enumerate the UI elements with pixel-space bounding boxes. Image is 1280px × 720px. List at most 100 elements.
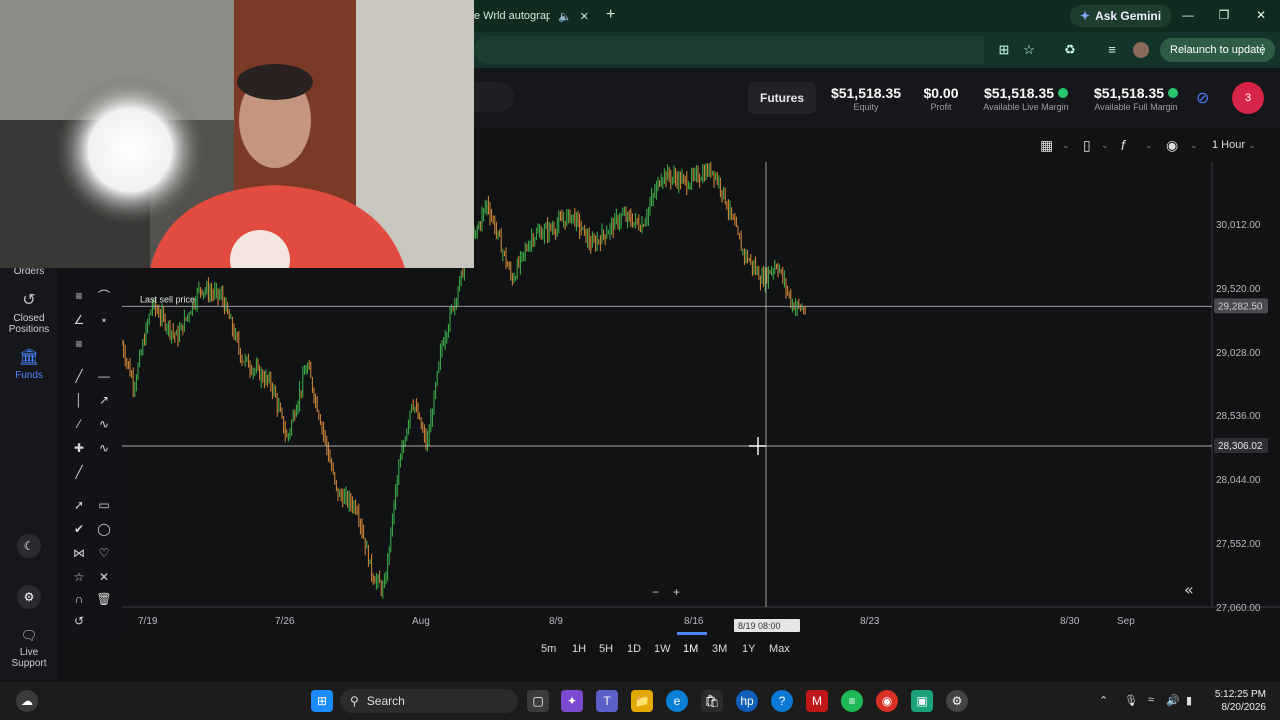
ray-tool-icon[interactable]: ↗ — [94, 391, 114, 409]
fib-retracement-tool-icon[interactable]: ≡ — [69, 335, 89, 353]
browser-tab[interactable]: e Wrld autograph 🔈 ✕ — [474, 4, 604, 28]
restore-icon[interactable]: ❐ — [1214, 8, 1234, 22]
chevron-down-icon[interactable]: ⌄ — [1062, 140, 1070, 151]
heart-tool-icon[interactable]: ♡ — [94, 544, 114, 562]
horizontal-line-tool-icon[interactable]: — — [94, 367, 114, 385]
live-margin-metric: $51,518.35 Available Live Margin — [976, 85, 1076, 112]
sidebar-item-label: Funds — [15, 370, 43, 381]
app-icon[interactable]: ▣ — [911, 690, 933, 712]
wifi-icon[interactable]: ≈ — [1148, 694, 1154, 706]
ellipse-tool-icon[interactable]: ◯ — [94, 520, 114, 538]
profile-avatar[interactable] — [1133, 42, 1149, 58]
vertical-line-tool-icon[interactable]: │ — [69, 391, 89, 409]
arrow-tool-icon[interactable]: ➚ — [69, 496, 89, 514]
settings-button[interactable]: ⚙ — [17, 585, 41, 609]
ask-gemini-button[interactable]: ✦ Ask Gemini — [1070, 5, 1172, 27]
check-tool-icon[interactable]: ✔ — [69, 520, 89, 538]
store-icon[interactable]: 🛍 — [701, 690, 723, 712]
edge-icon[interactable]: e — [666, 690, 688, 712]
period-button-3m[interactable]: 3M — [712, 643, 727, 655]
widgets-icon[interactable]: ☁ — [16, 690, 38, 712]
x-tick-label: 7/26 — [275, 616, 295, 627]
browser-menu-icon[interactable]: ⋮ — [1256, 42, 1269, 58]
live-support-button[interactable]: 🗨 Live Support — [0, 628, 58, 669]
trash-tool-icon[interactable]: 🗑 — [94, 590, 114, 608]
crosshair-tool-icon[interactable]: ✚ — [69, 439, 89, 457]
layout-grid-icon[interactable]: ▦ — [1040, 137, 1053, 154]
chevron-down-icon[interactable]: ⌄ — [1190, 140, 1198, 151]
url-field[interactable] — [474, 36, 984, 64]
task-view-icon[interactable]: ▢ — [527, 690, 549, 712]
brush-tool-icon[interactable]: ╱ — [69, 463, 89, 481]
magnet-tool-icon[interactable]: ∩ — [69, 590, 89, 608]
zoom-in-icon[interactable]: + — [673, 585, 680, 599]
chrome-icon[interactable]: ◉ — [876, 690, 898, 712]
sidebar-item-closed-positions[interactable]: ↺ Closed Positions — [0, 290, 58, 335]
notification-badge[interactable]: 3 — [1232, 82, 1264, 114]
freehand-tool-icon[interactable]: ∿ — [94, 439, 114, 457]
sidebar-item-funds[interactable]: 🏛 Funds — [0, 347, 58, 381]
microphone-icon[interactable]: 🎙 — [1124, 694, 1138, 707]
mcafee-icon[interactable]: M — [806, 690, 828, 712]
period-button-5h[interactable]: 5H — [599, 643, 613, 655]
search-pill[interactable] — [474, 82, 514, 112]
period-button-1m[interactable]: 1M — [683, 643, 698, 655]
crosshair-time-value: 8/19 08:00 — [738, 621, 781, 631]
help-icon[interactable]: ? — [771, 690, 793, 712]
period-button-1h[interactable]: 1H — [572, 643, 586, 655]
settings-app-icon[interactable]: ⚙ — [946, 690, 968, 712]
angle-tool-icon[interactable]: ∠ — [69, 311, 89, 329]
futures-button[interactable]: Futures — [748, 82, 816, 114]
spotify-icon[interactable]: ≡ — [841, 690, 863, 712]
bowtie-tool-icon[interactable]: ⋈ — [69, 544, 89, 562]
install-app-icon[interactable]: ⊞ — [995, 42, 1013, 58]
file-explorer-icon[interactable]: 📁 — [631, 690, 653, 712]
period-button-1d[interactable]: 1D — [627, 643, 641, 655]
interval-select[interactable]: 1 Hour ⌄ — [1212, 139, 1256, 151]
reading-list-icon[interactable]: ≡ — [1103, 42, 1121, 57]
chevron-down-icon[interactable]: ⌄ — [1101, 140, 1109, 151]
tray-overflow-icon[interactable]: ⌃ — [1099, 694, 1108, 707]
volume-icon[interactable]: 🔊 — [1166, 694, 1180, 707]
theme-toggle-button[interactable]: ☾ — [17, 534, 41, 558]
period-button-1y[interactable]: 1Y — [742, 643, 755, 655]
y-tick-label: 28,044.00 — [1216, 475, 1261, 486]
fib-arc-tool-icon[interactable]: ⌒ — [94, 287, 114, 305]
hp-icon[interactable]: hp — [736, 690, 758, 712]
period-button-max[interactable]: Max — [769, 643, 790, 655]
bookmark-star-icon[interactable]: ☆ — [1020, 42, 1038, 58]
close-window-icon[interactable]: ✕ — [1251, 8, 1271, 22]
undo-tool-icon[interactable]: ↺ — [69, 612, 89, 630]
rectangle-tool-icon[interactable]: ▭ — [94, 496, 114, 514]
taskbar-search[interactable]: ⚲ Search — [340, 689, 518, 713]
start-menu-icon[interactable]: ⊞ — [311, 690, 333, 712]
period-button-5m[interactable]: 5m — [541, 643, 556, 655]
teams-icon[interactable]: T — [596, 690, 618, 712]
y-tick-label: 30,012.00 — [1216, 220, 1261, 231]
pitchfork-tool-icon[interactable]: ⋆ — [94, 311, 114, 329]
extensions-icon[interactable]: ♻ — [1061, 42, 1079, 58]
minimize-icon[interactable]: — — [1178, 8, 1198, 22]
candlestick-type-icon[interactable]: ▯ — [1083, 137, 1091, 154]
trend-line-tool-icon[interactable]: ╱ — [69, 367, 89, 385]
hide-balance-icon[interactable]: ⊘ — [1196, 88, 1209, 108]
template-tool-icon[interactable]: ≡ — [69, 287, 89, 305]
battery-icon[interactable]: ▮ — [1186, 694, 1192, 707]
full-margin-label: Available Full Margin — [1094, 102, 1178, 112]
taskbar-clock[interactable]: 5:12:25 PM 8/20/2026 — [1212, 688, 1266, 714]
indicators-fx-icon[interactable]: f — [1121, 137, 1125, 153]
parallel-channel-tool-icon[interactable]: ⁄ — [69, 415, 89, 433]
x-tick-label: Aug — [412, 616, 430, 627]
scroll-to-start-icon[interactable]: « — [1184, 580, 1194, 599]
period-button-1w[interactable]: 1W — [654, 643, 671, 655]
star-tool-icon[interactable]: ☆ — [69, 568, 89, 586]
visibility-eye-icon[interactable]: ◉ — [1166, 137, 1178, 154]
zoom-out-icon[interactable]: − — [652, 585, 659, 599]
copilot-icon[interactable]: ✦ — [561, 690, 583, 712]
close-tab-icon[interactable]: ✕ — [580, 10, 589, 23]
cross-tool-icon[interactable]: ✕ — [94, 568, 114, 586]
speaker-icon[interactable]: 🔈 — [558, 10, 572, 23]
wave-tool-icon[interactable]: ∿ — [94, 415, 114, 433]
new-tab-icon[interactable]: + — [606, 6, 615, 24]
chevron-down-icon[interactable]: ⌄ — [1145, 140, 1153, 151]
